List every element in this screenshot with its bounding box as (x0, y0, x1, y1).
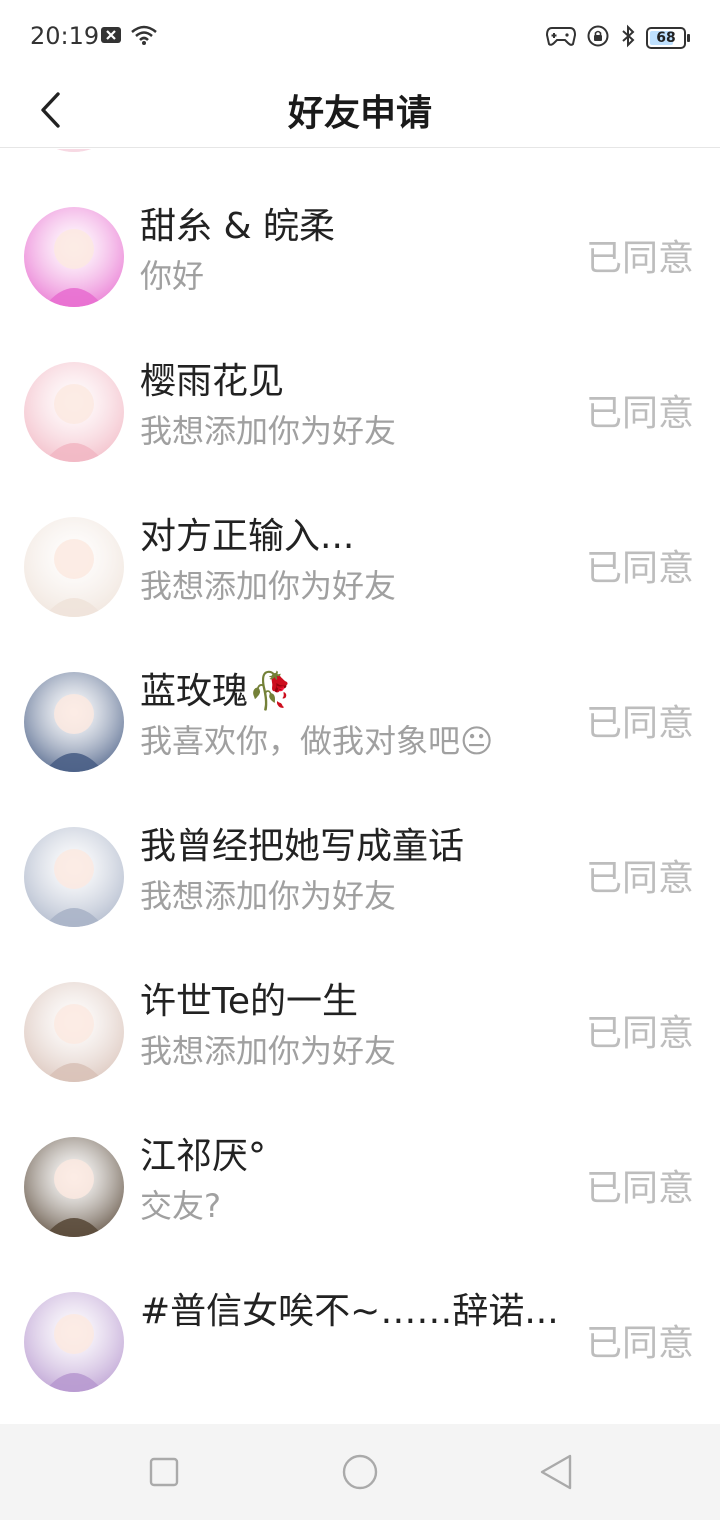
status-time: 20:19 (30, 22, 100, 50)
request-message: 我想添加你为好友 (140, 877, 397, 915)
avatar[interactable] (24, 517, 124, 617)
requester-name: 樱雨花见 (140, 361, 285, 402)
request-row[interactable]: 江祁厌° 交友? 已同意 (0, 1109, 720, 1264)
request-row[interactable]: 「女神」✌の玖奈.🍡我想添加你为好友已同意 (0, 149, 720, 179)
avatar[interactable] (24, 149, 124, 152)
bluetooth-icon (620, 24, 636, 52)
battery-indicator: 68 (646, 27, 690, 49)
request-status: 已同意 (585, 1323, 694, 1364)
requester-name: #普信女唉不~……辞诺... (140, 1291, 559, 1332)
status-left-icons (100, 24, 158, 50)
avatar[interactable] (24, 207, 124, 307)
request-message: 我想添加你为好友 (140, 1032, 397, 1070)
request-status: 已同意 (585, 858, 694, 899)
request-message: 我喜欢你，做我对象吧😐 (140, 722, 494, 760)
requester-name: 江祁厌° (140, 1136, 267, 1177)
wifi-icon (130, 24, 158, 50)
requester-name: 许世Te的一生 (140, 981, 359, 1022)
request-status: 已同意 (585, 393, 694, 434)
status-right-icons: 68 (545, 24, 690, 52)
avatar[interactable] (24, 982, 124, 1082)
request-message: 我想添加你为好友 (140, 412, 397, 450)
nav-bar: 好友申请 (0, 72, 720, 148)
request-row[interactable]: 我曾经把她写成童话 我想添加你为好友 已同意 (0, 799, 720, 954)
avatar[interactable] (24, 672, 124, 772)
requester-name: 甜糸 & 皖柔 (140, 206, 335, 247)
notification-x-icon (100, 25, 122, 49)
battery-level: 68 (656, 30, 676, 46)
request-message: 交友? (140, 1187, 221, 1225)
requester-name: 我曾经把她写成童话 (140, 826, 465, 867)
square-icon (149, 1457, 179, 1487)
avatar[interactable] (24, 827, 124, 927)
rotation-lock-icon (586, 24, 610, 52)
circle-icon (342, 1454, 378, 1490)
request-row[interactable]: #普信女唉不~……辞诺... 已同意 (0, 1264, 720, 1419)
system-nav-bar (0, 1424, 720, 1520)
requester-name: 对方正输入... (140, 516, 355, 557)
avatar[interactable] (24, 1137, 124, 1237)
battery-icon: 68 (646, 27, 686, 49)
gamepad-icon (545, 25, 577, 51)
avatar[interactable] (24, 1292, 124, 1392)
request-row[interactable]: 樱雨花见我想添加你为好友 已同意 (0, 334, 720, 489)
requester-name: 蓝玫瑰🥀 (140, 671, 293, 712)
request-status: 已同意 (585, 703, 694, 744)
page-title: 好友申请 (287, 93, 432, 134)
friend-request-list[interactable]: 「女神」✌の玖奈.🍡我想添加你为好友已同意甜糸 & 皖柔你好已同意樱雨花见我想添… (0, 149, 720, 1424)
back-nav-button[interactable] (536, 1452, 576, 1492)
triangle-back-icon (540, 1454, 572, 1490)
request-row[interactable]: 甜糸 & 皖柔 你好 已同意 (0, 179, 720, 334)
request-row[interactable]: 对方正输入... 我想添加你为好友 已同意 (0, 489, 720, 644)
request-message: 你好 (140, 257, 205, 295)
request-row[interactable]: 许世Te的一生 我想添加你为好友 已同意 (0, 954, 720, 1109)
request-status: 已同意 (585, 548, 694, 589)
home-button[interactable] (340, 1452, 380, 1492)
request-message: 我想添加你为好友 (140, 567, 397, 605)
status-bar: 20:19 68 (0, 0, 720, 72)
avatar[interactable] (24, 362, 124, 462)
request-status: 已同意 (585, 1013, 694, 1054)
request-row[interactable]: 蓝玫瑰🥀 我喜欢你，做我对象吧😐 已同意 (0, 644, 720, 799)
recent-apps-button[interactable] (144, 1452, 184, 1492)
request-status: 已同意 (585, 1168, 694, 1209)
request-status: 已同意 (585, 238, 694, 279)
